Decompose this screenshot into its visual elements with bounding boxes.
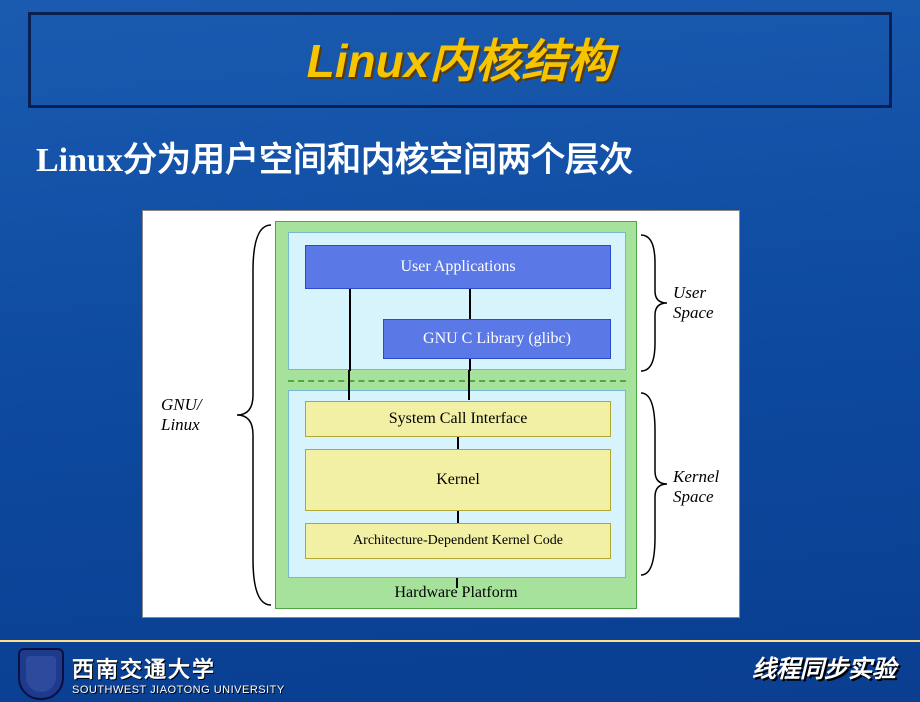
brace-right-user [639,233,669,373]
label-gnu-linux: GNU/ Linux [161,395,202,436]
connector [457,437,459,449]
arch-code-box: Architecture-Dependent Kernel Code [305,523,611,559]
title-box: Linux内核结构 [28,12,892,108]
platform-box: User Applications GNU C Library (glibc) … [275,221,637,609]
kernel-space-box: System Call Interface Kernel Architectur… [288,390,626,578]
kernel-box: Kernel [305,449,611,511]
shield-icon [18,648,64,700]
hardware-label: Hardware Platform [276,584,636,602]
connector [468,370,470,400]
connector [469,289,471,319]
user-kernel-divider [288,380,626,382]
brace-left [233,223,273,607]
slide-subtitle: Linux分为用户空间和内核空间两个层次 [36,132,920,181]
architecture-diagram: GNU/ Linux User Space Kernel Space User … [142,210,740,618]
glibc-box: GNU C Library (glibc) [383,319,611,359]
brace-right-kernel [639,391,669,577]
connector [457,511,459,523]
label-kernel-space: Kernel Space [673,467,719,508]
label-user-space: User Space [673,283,714,324]
connector [349,289,351,371]
connector [348,370,350,400]
university-logo: 西南交通大学 SOUTHWEST JIAOTONG UNIVERSITY [18,648,285,700]
footer-caption: 线程同步实验 [752,649,896,684]
sci-box: System Call Interface [305,401,611,437]
user-applications-box: User Applications [305,245,611,289]
slide-title: Linux内核结构 [31,25,889,91]
university-name: 西南交通大学 SOUTHWEST JIAOTONG UNIVERSITY [72,652,285,696]
footer: 西南交通大学 SOUTHWEST JIAOTONG UNIVERSITY 线程同… [0,640,920,702]
user-space-box: User Applications GNU C Library (glibc) [288,232,626,370]
